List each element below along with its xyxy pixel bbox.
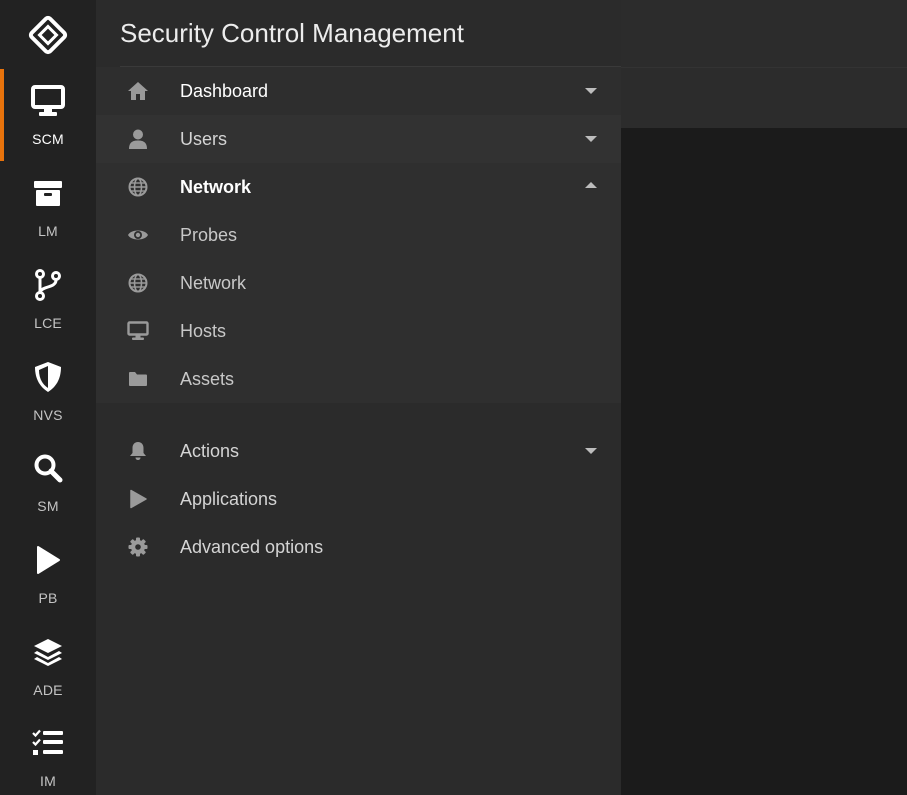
rail-label-ade: ADE bbox=[33, 682, 63, 698]
nav-subitem-hosts-label: Hosts bbox=[180, 321, 227, 341]
home-icon bbox=[126, 79, 150, 103]
app-switcher-rail: SCM LM LCE NVS SM PB ADE IM bbox=[0, 0, 96, 795]
nav-item-advanced-options-label: Advanced options bbox=[180, 537, 324, 557]
archive-box-icon bbox=[30, 175, 66, 211]
nav-item-advanced-options[interactable]: Advanced options bbox=[96, 523, 621, 571]
rail-item-im[interactable]: IM bbox=[0, 711, 96, 795]
search-icon bbox=[30, 450, 66, 486]
nav-subitem-probes[interactable]: Probes bbox=[96, 211, 621, 259]
layers-icon bbox=[30, 634, 66, 670]
rail-item-scm[interactable]: SCM bbox=[0, 69, 96, 161]
chevron-down-icon[interactable] bbox=[585, 87, 597, 95]
user-icon bbox=[126, 127, 150, 151]
nav-item-actions[interactable]: Actions bbox=[96, 427, 621, 475]
nav-item-applications[interactable]: Applications bbox=[96, 475, 621, 523]
rail-item-lm[interactable]: LM bbox=[0, 161, 96, 253]
nav-subitem-assets[interactable]: Assets bbox=[96, 355, 621, 403]
code-branch-icon bbox=[30, 267, 66, 303]
gear-icon bbox=[126, 535, 150, 559]
bell-icon bbox=[126, 439, 150, 463]
desktop-icon bbox=[126, 319, 150, 343]
chevron-down-icon[interactable] bbox=[585, 135, 597, 143]
checklist-icon bbox=[30, 725, 66, 761]
nav-subitem-assets-label: Assets bbox=[180, 369, 235, 389]
chevron-down-icon[interactable] bbox=[585, 447, 597, 455]
main-content bbox=[621, 128, 907, 795]
play-icon bbox=[126, 487, 150, 511]
nav-item-dashboard-label: Dashboard bbox=[180, 81, 269, 101]
rail-label-scm: SCM bbox=[32, 131, 64, 147]
main-header bbox=[621, 0, 907, 128]
rail-label-pb: PB bbox=[38, 590, 58, 606]
nav-item-actions-label: Actions bbox=[180, 441, 240, 461]
play-icon bbox=[30, 542, 66, 578]
chevron-up-icon[interactable] bbox=[585, 181, 597, 189]
nav-subitem-network-label: Network bbox=[180, 273, 247, 293]
rail-item-nvs[interactable]: NVS bbox=[0, 345, 96, 437]
folder-icon bbox=[126, 367, 150, 391]
rail-item-ade[interactable]: ADE bbox=[0, 620, 96, 712]
rail-item-pb[interactable]: PB bbox=[0, 528, 96, 620]
rail-label-lce: LCE bbox=[34, 315, 62, 331]
shield-icon bbox=[30, 359, 66, 395]
rail-label-nvs: NVS bbox=[33, 407, 63, 423]
nav-subitem-network[interactable]: Network bbox=[96, 259, 621, 307]
nav-item-network[interactable]: Network bbox=[96, 163, 621, 211]
rail-label-sm: SM bbox=[37, 498, 59, 514]
nav-item-applications-label: Applications bbox=[180, 489, 278, 509]
globe-icon bbox=[126, 175, 150, 199]
rail-item-sm[interactable]: SM bbox=[0, 436, 96, 528]
nav-subitem-hosts[interactable]: Hosts bbox=[96, 307, 621, 355]
diamond-logo-icon[interactable] bbox=[0, 0, 96, 70]
nav-item-users-label: Users bbox=[180, 129, 228, 149]
nav-item-dashboard[interactable]: Dashboard bbox=[96, 67, 621, 115]
eye-icon bbox=[126, 223, 150, 247]
monitor-icon bbox=[30, 83, 66, 119]
app-window: SCM LM LCE NVS SM PB ADE IM Security Con… bbox=[0, 0, 907, 795]
rail-label-lm: LM bbox=[38, 223, 58, 239]
rail-item-lce[interactable]: LCE bbox=[0, 253, 96, 345]
header-divider bbox=[621, 67, 907, 68]
nav-subitem-probes-label: Probes bbox=[180, 225, 238, 245]
rail-label-im: IM bbox=[40, 773, 56, 789]
page-title: Security Control Management bbox=[120, 18, 464, 48]
navigation-panel: Security Control Management Dashboard Us… bbox=[96, 0, 621, 795]
nav-item-network-label: Network bbox=[180, 177, 252, 197]
globe-icon bbox=[126, 271, 150, 295]
nav-item-users[interactable]: Users bbox=[96, 115, 621, 163]
